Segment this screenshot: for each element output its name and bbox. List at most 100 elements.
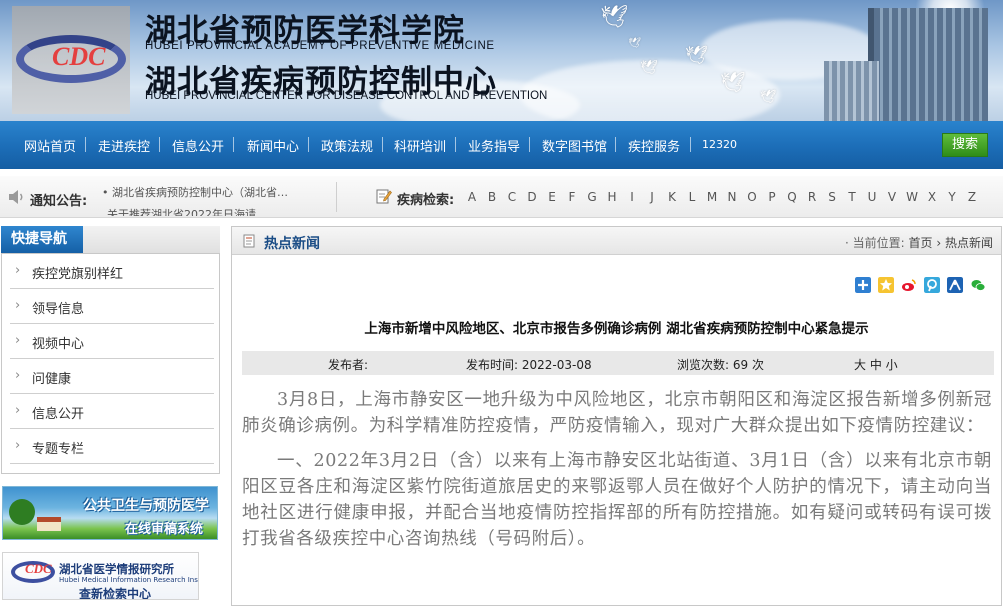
quick-nav-label: 视频中心 [32,337,85,352]
disease-letter-link[interactable]: J [646,190,658,204]
disease-letter-link[interactable]: L [686,190,698,204]
disease-letter-link[interactable]: W [906,190,918,204]
view-count: 浏览次数: 69 次 [677,358,764,372]
dove-icon: 🕊 [760,90,777,105]
disease-search-label: 疾病检索: [397,193,455,208]
academy-title-en: HUBEI PROVINCIAL ACADEMY OF PREVENTIVE M… [145,40,495,52]
chevron-right-icon: › [15,403,21,418]
renren-icon[interactable] [947,277,963,293]
disease-letter-link[interactable]: Q [786,190,798,204]
disease-letter-link[interactable]: X [926,190,938,204]
nav-about[interactable]: 走进疾控 [98,136,150,155]
quick-nav-item[interactable]: › 领导信息 [10,289,214,324]
nav-divider [159,137,160,152]
disease-letter-link[interactable]: M [706,190,718,204]
nav-divider [690,137,691,152]
disease-letter-link[interactable]: U [866,190,878,204]
publisher-label: 发布者: [328,358,369,372]
disease-letter-link[interactable]: N [726,190,738,204]
quick-nav-item[interactable]: › 信息公开 [10,394,214,429]
notice-label: 通知公告: [30,194,88,209]
cdc-title-en: HUBEI PROVINCIAL CENTER FOR DISEASE CONT… [145,90,548,102]
disease-letter-link[interactable]: Z [966,190,978,204]
dove-icon: 🕊 [640,60,658,76]
nav-divider [615,137,616,152]
dove-icon: 🕊 [685,45,708,66]
disease-letter-link[interactable]: D [526,190,538,204]
quick-nav-label: 专题专栏 [32,442,85,457]
disease-letter-link[interactable]: K [666,190,678,204]
institute-name-en: Hubei Medical Information Research Insti… [59,576,198,584]
weibo-icon[interactable] [901,277,917,293]
nav-divider [382,137,383,152]
nav-info[interactable]: 信息公开 [172,136,224,155]
quick-nav-item[interactable]: › 问健康 [10,359,214,394]
article-panel: 热点新闻 · 当前位置: 首页 › 热点新闻 上海市新增中风险地区、北京市报告多… [231,226,1002,606]
font-size-switcher[interactable]: 大 中 小 [854,356,898,373]
quick-nav-label: 信息公开 [32,407,85,422]
nav-divider [233,137,234,152]
disease-letter-link[interactable]: C [506,190,518,204]
quick-nav-label: 领导信息 [32,302,85,317]
building-image [824,8,988,121]
qzone-icon[interactable] [878,277,894,293]
nav-divider [308,137,309,152]
notice-item[interactable]: 关于推荐湖北省2022年日海请… [107,206,267,216]
nav-services[interactable]: 疾控服务 [628,136,680,155]
tencent-weibo-icon[interactable] [924,277,940,293]
chevron-right-icon: › [15,263,21,278]
article-panel-header: 热点新闻 · 当前位置: 首页 › 热点新闻 [232,227,1001,255]
disease-letter-link[interactable]: Y [946,190,958,204]
nav-divider [455,137,456,152]
nav-research[interactable]: 科研培训 [394,136,446,155]
section-title: 热点新闻 [264,236,320,252]
review-system-title: 公共卫生与预防医学 [83,498,209,514]
chevron-right-icon: › [15,333,21,348]
quick-nav-label: 疾控党旗别样红 [32,267,124,282]
disease-letter-link[interactable]: E [546,190,558,204]
breadcrumb-home[interactable]: 首页 [909,236,933,250]
disease-letter-link[interactable]: R [806,190,818,204]
search-button[interactable]: 搜索 [942,133,988,157]
cdc-logo-text: CDC [25,561,52,576]
nav-news[interactable]: 新闻中心 [247,136,299,155]
chevron-right-icon: › [15,368,21,383]
disease-letter-link[interactable]: A [466,190,478,204]
disease-letter-link[interactable]: I [626,190,638,204]
disease-letter-link[interactable]: S [826,190,838,204]
breadcrumb-current[interactable]: 热点新闻 [945,236,993,250]
nav-guidance[interactable]: 业务指导 [468,136,520,155]
notice-divider [336,182,337,212]
dove-icon: 🕊 [600,5,628,30]
share-more-icon[interactable] [855,277,871,293]
quick-nav-panel: 快捷导航 › 疾控党旗别样红 › 领导信息 › 视频中心 › 问健康 › 信息公… [1,226,220,474]
nav-policy[interactable]: 政策法规 [321,136,373,155]
disease-letter-link[interactable]: T [846,190,858,204]
review-system-banner[interactable]: 公共卫生与预防医学 在线审稿系统 [2,486,218,540]
nav-divider [529,137,530,152]
disease-letter-link[interactable]: O [746,190,758,204]
disease-letter-link[interactable]: F [566,190,578,204]
quick-nav-item[interactable]: › 疾控党旗别样红 [10,254,214,289]
medical-info-institute-banner[interactable]: CDC 湖北省医学情报研究所 Hubei Medical Information… [2,552,199,600]
disease-letter-link[interactable]: B [486,190,498,204]
disease-letter-link[interactable]: H [606,190,618,204]
disease-letter-link[interactable]: P [766,190,778,204]
breadcrumb: · 当前位置: 首页 › 热点新闻 [845,234,993,251]
disease-letter-link[interactable]: G [586,190,598,204]
disease-letter-link[interactable]: V [886,190,898,204]
speaker-icon [9,190,23,204]
institute-subtitle: 查新检索中心 [79,587,152,600]
nav-hotline[interactable]: 12320 [702,138,737,151]
main-nav: 网站首页 走进疾控 信息公开 新闻中心 政策法规 科研培训 业务指导 数字图书馆… [0,121,1003,278]
site-banner: CDC 湖北省预防医学科学院 HUBEI PROVINCIAL ACADEMY … [0,0,1003,121]
document-icon [243,234,255,248]
wechat-icon[interactable] [970,277,986,293]
nav-home[interactable]: 网站首页 [24,136,76,155]
notice-item[interactable]: • 湖北省疾病预防控制中心（湖北省… [102,184,288,200]
nav-library[interactable]: 数字图书馆 [542,136,607,155]
house-icon [37,517,61,531]
article-paragraph: 一、2022年3月2日（含）以来有上海市静安区北站街道、3月1日（含）以来有北京… [242,451,992,549]
quick-nav-item[interactable]: › 视频中心 [10,324,214,359]
quick-nav-item[interactable]: › 专题专栏 [10,429,214,464]
